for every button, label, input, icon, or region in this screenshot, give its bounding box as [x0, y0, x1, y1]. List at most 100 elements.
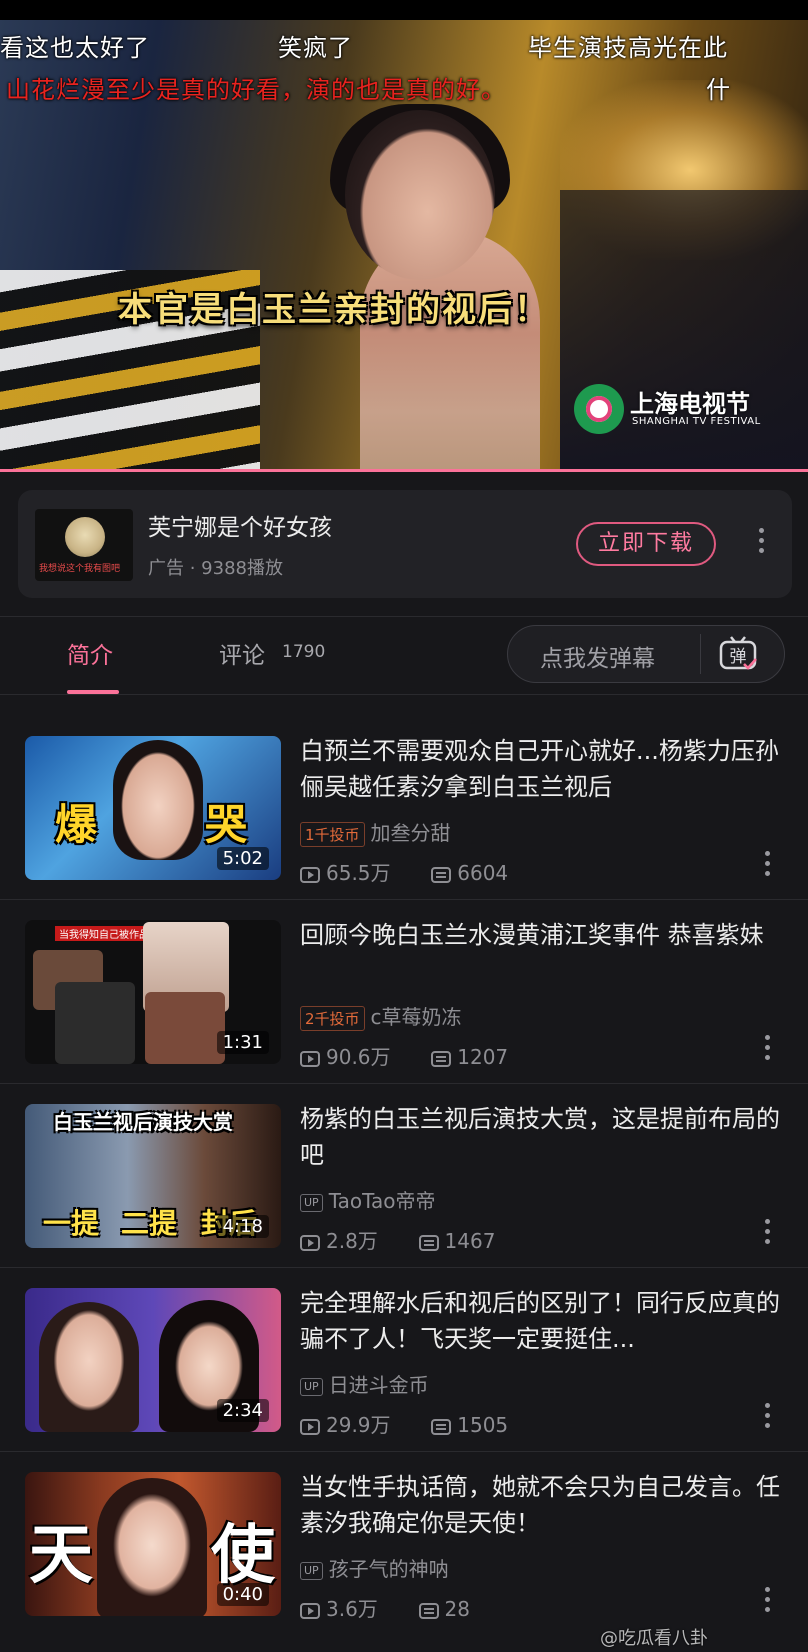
coin-badge: 2千投币	[300, 1006, 365, 1031]
video-title[interactable]: 当女性手执话筒，她就不会只为自己发言。任素汐我确定你是天使！	[300, 1469, 790, 1541]
view-count: 65.5万	[326, 861, 391, 885]
author-name[interactable]: c草莓奶冻	[371, 1005, 462, 1029]
danmaku-count: 28	[444, 1597, 470, 1621]
festival-logo: 上海电视节 SHANGHAI TV FESTIVAL	[574, 384, 774, 436]
thumb-text: 白玉兰视后演技大赏	[53, 1110, 233, 1134]
magnolia-logo-icon	[574, 384, 624, 434]
danmaku-count: 1207	[457, 1045, 509, 1069]
duration-badge: 1:31	[216, 1031, 269, 1054]
video-title[interactable]: 完全理解水后和视后的区别了！同行反应真的骗不了人！飞天奖一定要挺住...	[300, 1285, 790, 1357]
author-name[interactable]: 日进斗金币	[329, 1373, 429, 1397]
video-stats: 65.5万 6604	[300, 857, 508, 886]
divider	[0, 616, 808, 617]
logo-text-cn: 上海电视节	[630, 390, 750, 418]
download-now-button[interactable]: 立即下载	[576, 522, 716, 566]
more-options-icon[interactable]	[765, 1403, 770, 1428]
video-title[interactable]: 杨紫的白玉兰视后演技大赏，这是提前布局的吧	[300, 1101, 790, 1173]
logo-text-en: SHANGHAI TV FESTIVAL	[632, 416, 761, 427]
actress-face	[345, 110, 495, 280]
video-player[interactable]: 看这也太好了 笑疯了 毕生演技高光在此 什 山花烂漫至少是真的好看，演的也是真的…	[0, 0, 808, 472]
video-thumbnail[interactable]: 爆 哭 5:02	[25, 736, 281, 880]
play-count-icon	[300, 1050, 320, 1067]
more-options-icon[interactable]	[765, 851, 770, 876]
danmaku-comment-red: 山花烂漫至少是真的好看，演的也是真的好。	[6, 76, 506, 104]
video-thumbnail[interactable]: 白玉兰视后演技大赏 一提 二提 封后 4:18	[25, 1104, 281, 1248]
danmaku-comment: 笑疯了	[278, 34, 353, 62]
view-count: 3.6万	[326, 1597, 378, 1621]
danmaku-count-icon	[431, 866, 452, 883]
tab-comments[interactable]: 评论	[219, 636, 265, 670]
video-thumbnail[interactable]: 2:34	[25, 1288, 281, 1432]
svg-text:弹: 弹	[730, 647, 747, 667]
playback-progress-bar[interactable]	[0, 469, 808, 472]
video-thumbnail[interactable]: 天 使 0:40	[25, 1472, 281, 1616]
video-list-item[interactable]: 白玉兰视后演技大赏 一提 二提 封后 4:18 杨紫的白玉兰视后演技大赏，这是提…	[0, 1089, 808, 1273]
video-stats: 2.8万 1467	[300, 1225, 495, 1254]
video-meta-author: UP 孩子气的神呐	[300, 1553, 449, 1583]
author-name[interactable]: 加叁分甜	[371, 821, 451, 845]
thumb-text: 一提	[43, 1207, 100, 1240]
video-list-item[interactable]: 2:34 完全理解水后和视后的区别了！同行反应真的骗不了人！飞天奖一定要挺住..…	[0, 1273, 808, 1457]
up-badge: UP	[300, 1561, 323, 1580]
ad-title[interactable]: 芙宁娜是个好女孩	[148, 508, 332, 542]
danmaku-count: 1505	[457, 1413, 509, 1437]
video-list-item[interactable]: 爆 哭 5:02 白预兰不需要观众自己开心就好...杨紫力压孙俪吴越任素汐拿到白…	[0, 721, 808, 905]
status-strip	[0, 0, 808, 20]
more-options-icon[interactable]	[765, 1035, 770, 1060]
danmaku-input[interactable]: 点我发弹幕 弹	[507, 625, 785, 683]
author-name[interactable]: TaoTao帝帝	[329, 1189, 436, 1213]
comments-count: 1790	[282, 642, 326, 662]
view-count: 29.9万	[326, 1413, 391, 1437]
video-meta-author: 1千投币 加叁分甜	[300, 817, 451, 847]
video-subtitle: 本官是白玉兰亲封的视后！	[118, 290, 550, 330]
ad-thumb-caption: 我想说这个我有图吧	[39, 564, 121, 574]
more-options-icon[interactable]	[765, 1587, 770, 1612]
watermark: @吃瓜看八卦	[600, 1628, 708, 1649]
up-badge: UP	[300, 1193, 323, 1212]
ad-thumbnail[interactable]: 我想说这个我有图吧	[35, 509, 133, 581]
duration-badge: 0:40	[216, 1583, 269, 1606]
play-count-icon	[300, 1602, 320, 1619]
view-count: 2.8万	[326, 1229, 378, 1253]
video-title[interactable]: 白预兰不需要观众自己开心就好...杨紫力压孙俪吴越任素汐拿到白玉兰视后	[300, 733, 790, 805]
video-meta-author: UP 日进斗金币	[300, 1369, 429, 1399]
danmaku-comment: 毕生演技高光在此	[528, 34, 728, 62]
more-options-icon[interactable]	[765, 1219, 770, 1244]
danmaku-comment: 看这也太好了	[0, 34, 150, 62]
video-list-item[interactable]: 当我得知自己被作品了bybike: 1:31 回顾今晚白玉兰水漫黄浦江奖事件 恭…	[0, 905, 808, 1089]
video-stats: 29.9万 1505	[300, 1409, 508, 1438]
divider	[0, 694, 808, 695]
danmaku-count: 1467	[444, 1229, 496, 1253]
author-name[interactable]: 孩子气的神呐	[329, 1557, 449, 1581]
view-count: 90.6万	[326, 1045, 391, 1069]
ad-card[interactable]: 我想说这个我有图吧 芙宁娜是个好女孩 广告 · 9388播放 立即下载	[18, 490, 792, 598]
danmaku-count-icon	[431, 1418, 452, 1435]
thumb-text: 爆	[55, 800, 98, 849]
cat-meme-image	[65, 517, 105, 557]
video-thumbnail[interactable]: 当我得知自己被作品了bybike: 1:31	[25, 920, 281, 1064]
video-meta-author: UP TaoTao帝帝	[300, 1185, 435, 1215]
danmaku-count-icon	[418, 1602, 439, 1619]
danmaku-placeholder: 点我发弹幕	[540, 646, 655, 672]
duration-badge: 4:18	[216, 1215, 269, 1238]
video-list-item[interactable]: 天 使 0:40 当女性手执话筒，她就不会只为自己发言。任素汐我确定你是天使！ …	[0, 1457, 808, 1641]
tab-intro[interactable]: 简介	[67, 636, 113, 670]
duration-badge: 2:34	[216, 1399, 269, 1422]
ad-meta: 广告 · 9388播放	[148, 558, 283, 579]
duration-badge: 5:02	[216, 847, 269, 870]
video-title[interactable]: 回顾今晚白玉兰水漫黄浦江奖事件 恭喜紫妹	[300, 917, 790, 953]
thumb-text: 二提	[121, 1207, 178, 1240]
video-stats: 3.6万 28	[300, 1593, 470, 1622]
play-count-icon	[300, 1234, 320, 1251]
thumb-text: 哭	[205, 800, 248, 849]
play-count-icon	[300, 1418, 320, 1435]
danmaku-comment: 什	[706, 76, 731, 104]
more-options-icon[interactable]	[758, 528, 764, 558]
thumb-text: 天	[29, 1519, 93, 1593]
video-stats: 90.6万 1207	[300, 1041, 508, 1070]
danmaku-toggle-icon[interactable]: 弹	[718, 636, 758, 672]
coin-badge: 1千投币	[300, 822, 365, 847]
danmaku-count-icon	[418, 1234, 439, 1251]
danmaku-count-icon	[431, 1050, 452, 1067]
video-meta-author: 2千投币 c草莓奶冻	[300, 1001, 462, 1031]
